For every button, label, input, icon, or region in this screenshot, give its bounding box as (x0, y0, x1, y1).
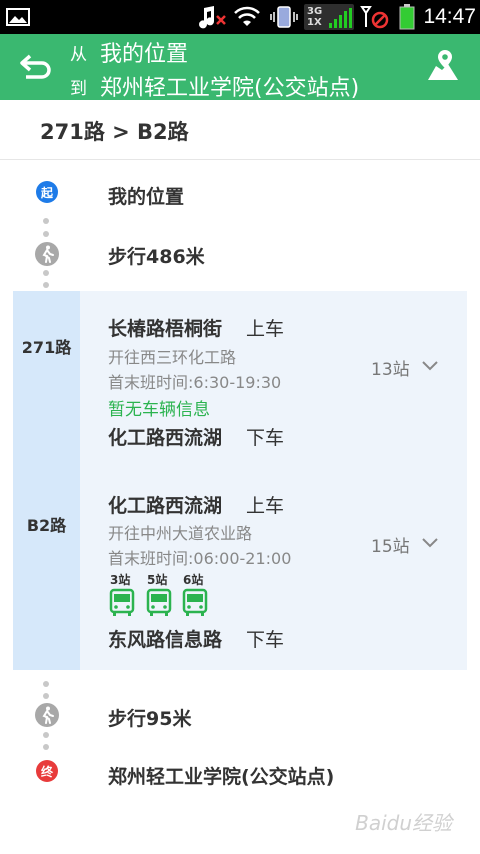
bus-direction: 开往西三环化工路 (108, 348, 237, 367)
end-marker-icon: 终 (36, 760, 58, 782)
walk-icon (35, 242, 59, 266)
route-summary-bar: 271路 > B2路 (0, 100, 480, 160)
end-location: 郑州轻工业学院(公交站点) (108, 766, 335, 788)
chevron-down-icon[interactable] (420, 356, 440, 376)
origin-text[interactable]: 我的位置 (100, 36, 188, 68)
board-stop: 化工路西流湖 (108, 495, 223, 517)
board-stop: 长椿路梧桐街 (108, 318, 223, 340)
bus-eta-label: 5站 (147, 573, 168, 587)
bus-icon (109, 588, 135, 616)
network-3g-label: 3G (307, 6, 323, 17)
status-time: 14:47 (423, 5, 476, 28)
map-view-button[interactable] (426, 48, 460, 84)
route-header: 从 我的位置 到 郑州轻工业学院(公交站点) (0, 34, 480, 102)
app: 3G 1X 14:47 从 我的位置 到 郑州轻工业学院(公交站点) 271路 … (0, 0, 480, 854)
destination-text[interactable]: 郑州轻工业学院(公交站点) (100, 70, 359, 102)
gallery-notification-icon (6, 0, 30, 34)
signal-bars-icon (327, 5, 353, 31)
route-dot (43, 218, 49, 224)
alight-action: 下车 (246, 427, 285, 449)
route-dot (43, 744, 49, 750)
music-muted-icon (198, 0, 228, 34)
bus-line-name: B2路 (26, 516, 67, 535)
network-1x-label: 1X (307, 17, 322, 28)
bus-line-name: 271路 (21, 338, 72, 357)
bus-eta-label: 3站 (110, 573, 131, 587)
vibrate-icon (270, 0, 298, 34)
back-button[interactable] (18, 50, 54, 84)
bus-schedule: 首末班时间:6:30-19:30 (108, 373, 282, 392)
battery-icon (398, 0, 416, 34)
walk-icon (35, 703, 59, 727)
bus-icon (182, 588, 208, 616)
bus-ride-section (13, 291, 467, 670)
back-arrow-icon (20, 54, 51, 79)
route-dot (43, 732, 49, 738)
chevron-down-icon[interactable] (420, 533, 440, 553)
bus-eta-label: 6站 (183, 573, 204, 587)
walk-step: 步行95米 (108, 708, 192, 730)
stop-count[interactable]: 15站 (371, 532, 410, 557)
bus-icon (146, 588, 172, 616)
alight-stop: 化工路西流湖 (108, 427, 223, 449)
route-dot (43, 231, 49, 237)
route-dot (43, 693, 49, 699)
bus-schedule: 首末班时间:06:00-21:00 (108, 549, 292, 568)
to-label: 到 (70, 79, 87, 99)
alight-action: 下车 (246, 629, 285, 651)
board-action: 上车 (246, 318, 285, 340)
realtime-status: 暂无车辆信息 (108, 400, 210, 420)
stop-count[interactable]: 13站 (371, 355, 410, 380)
start-location: 我的位置 (108, 186, 185, 208)
map-pin-icon (428, 50, 458, 80)
no-signal-icon (360, 0, 390, 34)
bus-direction: 开往中州大道农业路 (108, 524, 253, 543)
alight-stop: 东风路信息路 (108, 629, 223, 651)
start-marker-icon: 起 (36, 181, 58, 203)
status-bar: 3G 1X 14:47 (0, 0, 480, 34)
route-summary: 271路 > B2路 (40, 120, 189, 144)
wifi-icon (234, 0, 260, 34)
walk-step: 步行486米 (108, 246, 205, 268)
from-label: 从 (70, 45, 87, 65)
board-action: 上车 (246, 495, 285, 517)
route-dot (43, 681, 49, 687)
route-dot (43, 282, 49, 288)
watermark: Baidu经验 (355, 811, 452, 835)
route-dot (43, 270, 49, 276)
